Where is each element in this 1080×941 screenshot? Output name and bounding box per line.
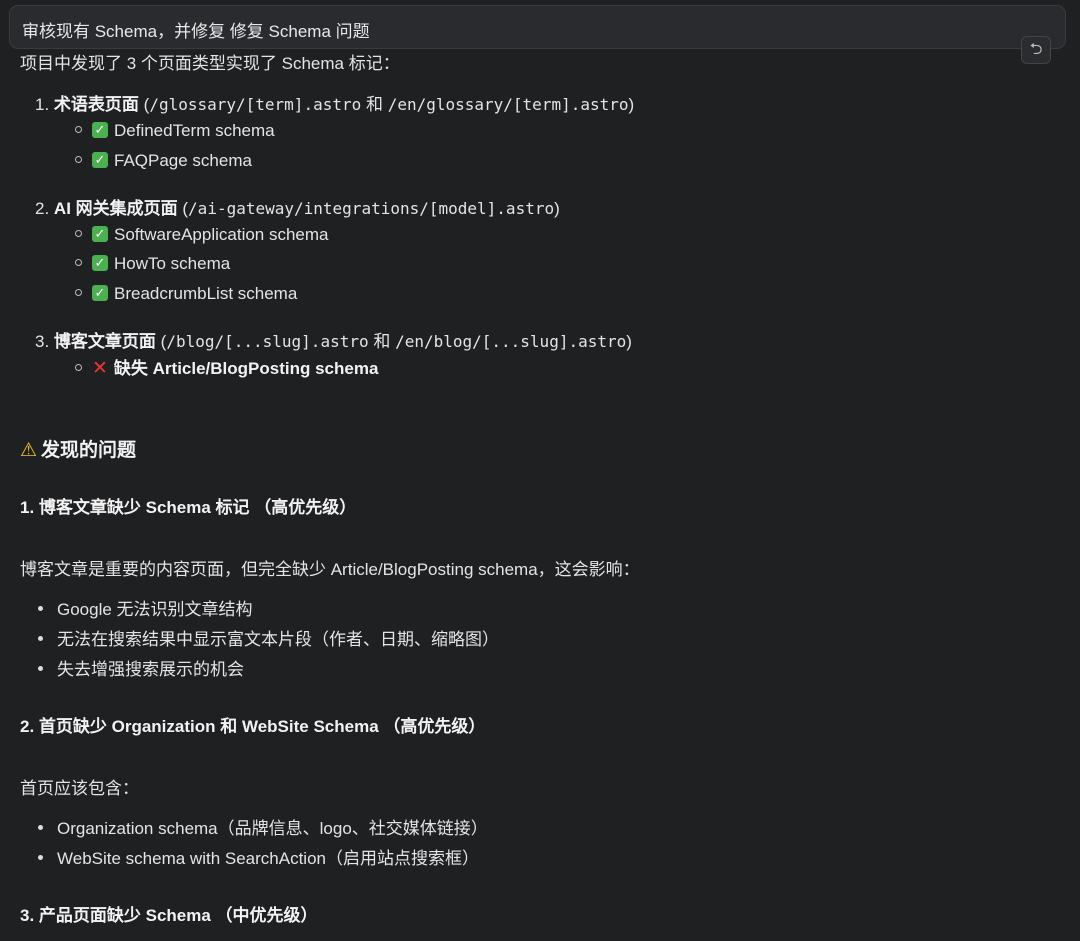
page-type-1: 1. 术语表页面 (/glossary/[term].astro 和 /en/g… <box>35 94 634 116</box>
bullet-text: WebSite schema with SearchAction（启用站点搜索框… <box>57 849 479 868</box>
list-number: 2. <box>35 199 49 218</box>
paren: ) <box>554 199 560 218</box>
page-type-title: AI 网关集成页面 <box>54 199 178 218</box>
list-number: 1. <box>35 95 49 114</box>
heading-text: 发现的问题 <box>41 440 136 461</box>
issue-title: 3. 产品页面缺少 Schema （中优先级） <box>20 905 318 927</box>
list-item: Organization schema（品牌信息、logo、社交媒体链接） <box>38 818 488 840</box>
prompt-bubble: 审核现有 Schema，并修复 修复 Schema 问题 <box>9 5 1066 49</box>
paren: ( <box>178 199 188 218</box>
paren: ( <box>156 332 166 351</box>
page-type-3: 3. 博客文章页面 (/blog/[...slug].astro 和 /en/b… <box>35 331 632 353</box>
bullet-text: Organization schema（品牌信息、logo、社交媒体链接） <box>57 819 488 838</box>
schema-name: HowTo schema <box>114 254 230 273</box>
warning-icon: ⚠ <box>20 440 37 461</box>
list-item: 无法在搜索结果中显示富文本片段（作者、日期、缩略图） <box>38 629 499 651</box>
paren: ) <box>626 332 632 351</box>
page-type-title: 术语表页面 <box>54 95 139 114</box>
issue-title: 1. 博客文章缺少 Schema 标记 （高优先级） <box>20 497 356 519</box>
file-path: /blog/[...slug].astro <box>166 332 368 351</box>
bullet-text: 失去增强搜索展示的机会 <box>57 660 244 679</box>
issue-paragraph: 博客文章是重要的内容页面，但完全缺少 Article/BlogPosting s… <box>20 559 640 581</box>
intro-text: 项目中发现了 3 个页面类型实现了 Schema 标记： <box>20 53 400 75</box>
issue-paragraph: 首页应该包含： <box>20 778 139 800</box>
file-path: /en/blog/[...slug].astro <box>395 332 626 351</box>
issues-heading: ⚠发现的问题 <box>20 440 136 462</box>
undo-button[interactable]: ⮌ <box>1021 36 1051 64</box>
schema-name: BreadcrumbList schema <box>114 284 297 303</box>
bullet-text: Google 无法识别文章结构 <box>57 600 253 619</box>
bullet-text: 无法在搜索结果中显示富文本片段（作者、日期、缩略图） <box>57 630 499 649</box>
check-icon: ✓ <box>92 255 108 271</box>
list-item: ✓ DefinedTerm schema <box>75 120 275 142</box>
conjunction: 和 <box>369 332 395 351</box>
undo-icon: ⮌ <box>1030 41 1043 58</box>
prompt-text: 审核现有 Schema，并修复 修复 Schema 问题 <box>22 17 370 42</box>
list-item: ✓ FAQPage schema <box>75 150 252 172</box>
issue-title: 2. 首页缺少 Organization 和 WebSite Schema （高… <box>20 716 485 738</box>
file-path: /en/glossary/[term].astro <box>388 95 629 114</box>
list-item: ✓ HowTo schema <box>75 253 230 275</box>
check-icon: ✓ <box>92 285 108 301</box>
cross-icon: ✕ <box>92 358 108 379</box>
list-item: ✓ SoftwareApplication schema <box>75 224 329 246</box>
schema-name: 缺失 Article/BlogPosting schema <box>114 359 379 378</box>
list-item: WebSite schema with SearchAction（启用站点搜索框… <box>38 848 479 870</box>
schema-name: FAQPage schema <box>114 151 252 170</box>
file-path: /ai-gateway/integrations/[model].astro <box>188 199 554 218</box>
schema-name: SoftwareApplication schema <box>114 225 329 244</box>
file-path: /glossary/[term].astro <box>149 95 361 114</box>
page-type-2: 2. AI 网关集成页面 (/ai-gateway/integrations/[… <box>35 198 560 220</box>
check-icon: ✓ <box>92 226 108 242</box>
list-item: Google 无法识别文章结构 <box>38 599 253 621</box>
conjunction: 和 <box>361 95 387 114</box>
schema-name: DefinedTerm schema <box>114 121 275 140</box>
page-type-title: 博客文章页面 <box>54 332 156 351</box>
check-icon: ✓ <box>92 122 108 138</box>
list-item: 失去增强搜索展示的机会 <box>38 659 244 681</box>
list-item: ✕ 缺失 Article/BlogPosting schema <box>75 358 378 380</box>
check-icon: ✓ <box>92 152 108 168</box>
list-number: 3. <box>35 332 49 351</box>
paren: ) <box>629 95 635 114</box>
paren: ( <box>139 95 149 114</box>
list-item: ✓ BreadcrumbList schema <box>75 283 297 305</box>
